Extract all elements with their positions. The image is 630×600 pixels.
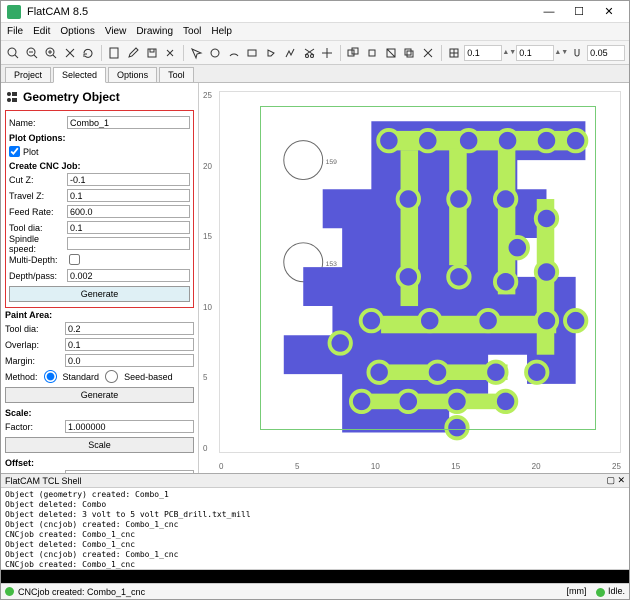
clear-icon[interactable] [61, 44, 78, 62]
paint-tooldia-input[interactable] [65, 322, 194, 335]
statusbar: CNCjob created: Combo_1_cnc [mm] Idle. [1, 583, 629, 599]
spindle-input[interactable] [67, 237, 190, 250]
feedrate-input[interactable] [67, 205, 190, 218]
method-seed-radio[interactable] [105, 370, 118, 383]
plot-options-header: Plot Options: [9, 133, 190, 143]
menu-drawing[interactable]: Drawing [136, 26, 173, 37]
scale-header: Scale: [5, 408, 194, 418]
console-output: Object (geometry) created: Combo_1 Objec… [1, 488, 629, 569]
cnc-generate-button[interactable]: Generate [9, 286, 190, 302]
arc-icon[interactable] [225, 44, 242, 62]
name-label: Name: [9, 118, 67, 128]
grid-icon[interactable] [446, 44, 463, 62]
polygon-icon[interactable] [263, 44, 280, 62]
tab-tool[interactable]: Tool [159, 67, 194, 82]
replot-icon[interactable] [80, 44, 97, 62]
stepper-icon[interactable]: ▲▼ [504, 45, 514, 61]
panel-title: Geometry Object [5, 87, 194, 107]
tab-options[interactable]: Options [108, 67, 157, 82]
stepper2-icon[interactable]: ▲▼ [556, 45, 566, 61]
delete-icon[interactable] [162, 44, 179, 62]
intersect-icon[interactable] [364, 44, 381, 62]
console: FlatCAM TCL Shell ▢ ✕ Object (geometry) … [1, 473, 629, 583]
grid-y-input[interactable] [516, 45, 554, 61]
maximize-button[interactable]: ☐ [565, 3, 593, 21]
app-icon [7, 5, 21, 19]
menu-options[interactable]: Options [60, 26, 94, 37]
cut-icon[interactable] [300, 44, 317, 62]
grid-x-input[interactable] [464, 45, 502, 61]
snap-icon[interactable] [568, 44, 585, 62]
tab-project[interactable]: Project [5, 67, 51, 82]
new-icon[interactable] [106, 44, 123, 62]
cnc-header: Create CNC Job: [9, 161, 190, 171]
multidepth-checkbox[interactable] [69, 254, 80, 265]
select-icon[interactable] [188, 44, 205, 62]
app-title: FlatCAM 8.5 [27, 6, 535, 18]
status-units: [mm] [566, 586, 586, 596]
union-icon[interactable] [345, 44, 362, 62]
scale-factor-input[interactable] [65, 420, 194, 433]
sidebar: Geometry Object Name: Plot Options: Plot… [1, 83, 199, 473]
plot-label: Plot [23, 147, 39, 157]
copy-icon[interactable] [401, 44, 418, 62]
status-message: CNCjob created: Combo_1_cnc [18, 587, 145, 597]
titlebar: FlatCAM 8.5 — ☐ ✕ [1, 1, 629, 23]
path-icon[interactable] [282, 44, 299, 62]
board-outline [260, 106, 596, 430]
menu-view[interactable]: View [105, 26, 127, 37]
menubar: File Edit Options View Drawing Tool Help [1, 23, 629, 41]
snap-input[interactable] [587, 45, 625, 61]
zoom-fit-icon[interactable] [5, 44, 22, 62]
toolbar: ▲▼ ▲▼ [1, 41, 629, 65]
offset-header: Offset: [5, 458, 194, 468]
scale-button[interactable]: Scale [5, 437, 194, 453]
tab-selected[interactable]: Selected [53, 67, 106, 83]
travelz-input[interactable] [67, 189, 190, 202]
paint-overlap-input[interactable] [65, 338, 194, 351]
paint-generate-button[interactable]: Generate [5, 387, 194, 403]
cutz-input[interactable] [67, 173, 190, 186]
zoom-in-icon[interactable] [43, 44, 60, 62]
close-button[interactable]: ✕ [595, 3, 623, 21]
tabbar: Project Selected Options Tool [1, 65, 629, 83]
delete2-icon[interactable] [420, 44, 437, 62]
depthpass-input[interactable] [67, 269, 190, 282]
canvas[interactable]: 2520151050 159 153 [199, 83, 629, 473]
method-standard-radio[interactable] [44, 370, 57, 383]
menu-help[interactable]: Help [211, 26, 232, 37]
geometry-icon [5, 90, 19, 104]
plot-checkbox[interactable] [9, 146, 20, 157]
menu-edit[interactable]: Edit [33, 26, 50, 37]
circle-icon[interactable] [207, 44, 224, 62]
status-idle: Idle. [608, 586, 625, 596]
minimize-button[interactable]: — [535, 3, 563, 21]
subtract-icon[interactable] [382, 44, 399, 62]
move-icon[interactable] [319, 44, 336, 62]
console-title: FlatCAM TCL Shell [5, 476, 82, 486]
tooldia-input[interactable] [67, 221, 190, 234]
zoom-out-icon[interactable] [24, 44, 41, 62]
console-controls[interactable]: ▢ ✕ [606, 475, 625, 486]
paint-margin-input[interactable] [65, 354, 194, 367]
name-input[interactable] [67, 116, 190, 129]
console-input[interactable] [1, 569, 629, 583]
menu-tool[interactable]: Tool [183, 26, 201, 37]
rect-icon[interactable] [244, 44, 261, 62]
save-icon[interactable] [143, 44, 160, 62]
axis-y: 2520151050 [203, 91, 217, 453]
menu-file[interactable]: File [7, 26, 23, 37]
status-ok-icon [5, 587, 14, 596]
paint-header: Paint Area: [5, 310, 194, 320]
edit-icon[interactable] [125, 44, 142, 62]
axis-x: 0510152025 [219, 462, 621, 471]
